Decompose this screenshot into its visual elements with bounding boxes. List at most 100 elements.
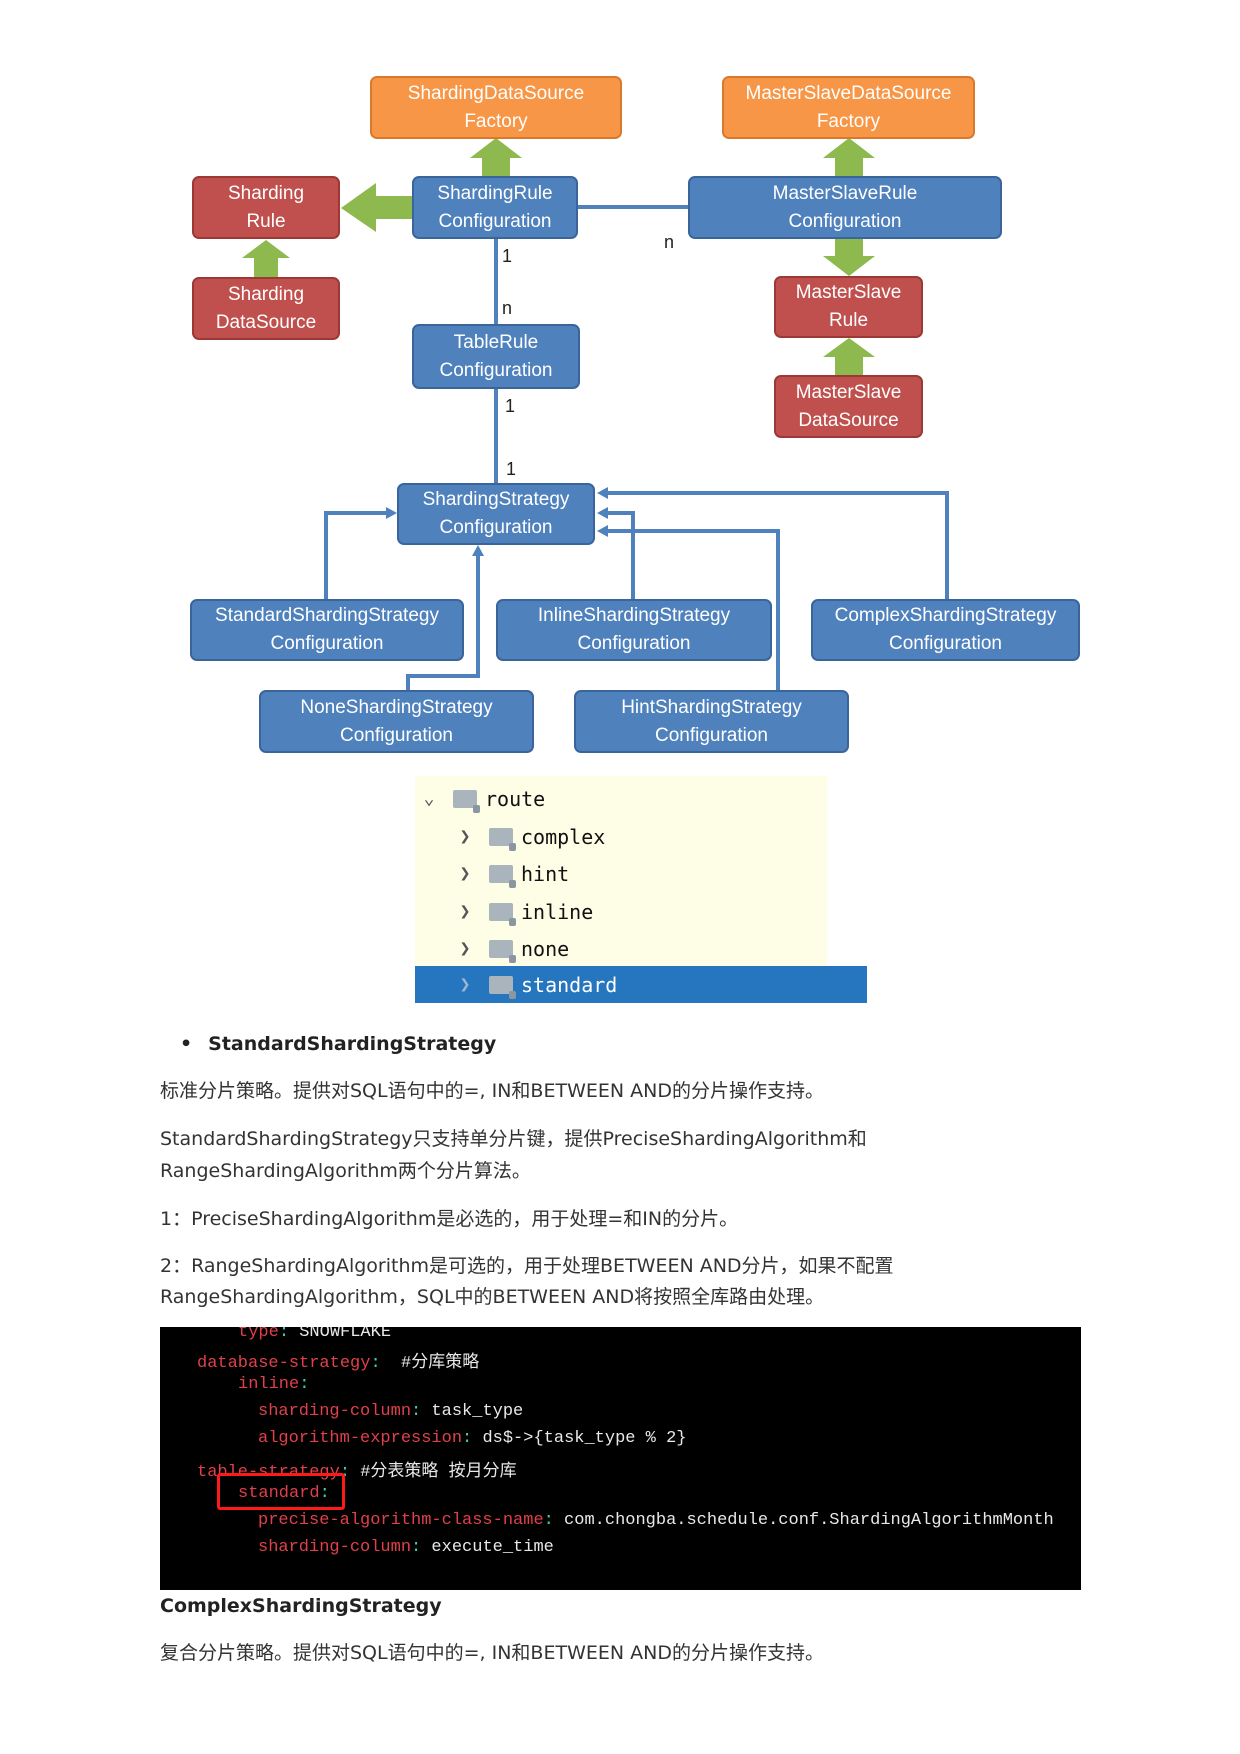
box-line: StandardShardingStrategy	[215, 605, 439, 626]
yaml-key: type	[238, 1327, 279, 1342]
yaml-colon: :	[462, 1429, 473, 1448]
chevron-down-icon[interactable]: ⌄	[419, 788, 439, 809]
arrow-head-icon	[597, 525, 608, 537]
paragraph: 2：RangeShardingAlgorithm是可选的，用于处理BETWEEN…	[160, 1255, 894, 1277]
table-rule-config-box: TableRule Configuration	[412, 324, 580, 389]
box-line: MasterSlaveDataSource	[745, 82, 952, 104]
chevron-right-icon[interactable]: ❯	[455, 863, 475, 884]
package-folder-icon	[489, 864, 516, 888]
box-line: InlineShardingStrategy	[537, 605, 731, 626]
project-tree: ⌄ route ❯ complex ❯ hint ❯ inline ❯ none ❯ sta…	[415, 776, 867, 1003]
paragraph: RangeShardingAlgorithm两个分片算法。	[160, 1160, 531, 1182]
chevron-right-icon[interactable]: ❯	[455, 938, 475, 959]
bullet-item: • StandardShardingStrategy	[180, 1028, 496, 1060]
yaml-key: sharding-column	[258, 1538, 412, 1557]
tree-item-route[interactable]: ⌄ route	[415, 780, 827, 817]
tree-item-standard[interactable]: ❯ standard	[415, 966, 867, 1003]
arrow-head-icon	[597, 487, 608, 499]
paragraph: 复合分片策略。提供对SQL语句中的=, IN和BETWEEN AND的分片操作支…	[160, 1642, 824, 1664]
chevron-right-icon[interactable]: ❯	[455, 901, 475, 922]
yaml-colon: :	[411, 1402, 422, 1421]
box-line: TableRule	[453, 331, 539, 353]
package-folder-icon	[453, 789, 480, 813]
arrow-up-icon	[242, 240, 290, 277]
yaml-colon: :	[543, 1511, 554, 1530]
yaml-value: task_type	[421, 1402, 524, 1421]
box-line: Rule	[246, 210, 286, 232]
box-line: ShardingRule	[437, 182, 553, 204]
multiplicity-label: 1	[505, 396, 516, 416]
masterslave-datasource-box: MasterSlave DataSource	[774, 375, 923, 438]
sharding-rule-box: Sharding Rule	[192, 176, 340, 239]
yaml-colon: :	[299, 1375, 310, 1394]
yaml-key: sharding-column	[258, 1402, 412, 1421]
arrow-left-icon	[341, 183, 412, 232]
yaml-comment: #分库策略	[380, 1354, 480, 1373]
paragraph: 1：PreciseShardingAlgorithm是必选的，用于处理=和IN的…	[160, 1208, 739, 1230]
arrow-up-icon	[470, 138, 522, 176]
sharding-datasource-factory-box: ShardingDataSource Factory	[370, 76, 622, 139]
yaml-value: SNOWFLAKE	[289, 1327, 392, 1342]
arrow-head-icon	[386, 507, 397, 519]
box-line: ComplexShardingStrategy	[834, 605, 1057, 626]
arrow-head-icon	[597, 507, 608, 519]
yaml-key: inline	[238, 1375, 300, 1394]
yaml-colon: :	[278, 1327, 290, 1342]
tree-item-hint[interactable]: ❯ hint	[415, 855, 867, 892]
tree-item-label: hint	[521, 861, 570, 886]
box-line: DataSource	[798, 409, 899, 431]
box-line: MasterSlave	[795, 381, 902, 403]
tree-item-label: complex	[521, 824, 606, 849]
tree-item-inline[interactable]: ❯ inline	[415, 893, 867, 930]
complex-strategy-box: ComplexShardingStrategy Configuration	[811, 599, 1080, 661]
box-line: Sharding	[227, 283, 305, 305]
sharding-rule-config-box: ShardingRule Configuration	[412, 176, 578, 239]
box-line: Configuration	[888, 633, 1003, 654]
masterslave-rule-box: MasterSlave Rule	[774, 276, 923, 338]
package-folder-icon	[489, 975, 516, 999]
multiplicity-label: 1	[502, 246, 513, 266]
arrow-head-icon	[472, 545, 484, 556]
box-line: Factory	[464, 110, 528, 132]
box-line: ShardingStrategy	[422, 489, 570, 510]
paragraph: StandardShardingStrategy只支持单分片键，提供Precis…	[160, 1128, 867, 1150]
tree-item-complex[interactable]: ❯ complex	[415, 818, 867, 855]
paragraph: RangeShardingAlgorithm，SQL中的BETWEEN AND将…	[160, 1286, 825, 1308]
bullet-dot: •	[180, 1033, 193, 1055]
tree-item-label: standard	[521, 972, 618, 997]
box-line: MasterSlaveRule	[772, 182, 918, 204]
yaml-key: algorithm-expression	[258, 1429, 463, 1448]
box-line: HintShardingStrategy	[621, 696, 802, 718]
box-line: Configuration	[654, 724, 769, 746]
chevron-right-icon[interactable]: ❯	[455, 826, 475, 847]
sharding-strategy-config-box: ShardingStrategy Configuration	[397, 483, 595, 545]
tree-item-none[interactable]: ❯ none	[415, 930, 867, 967]
package-folder-icon	[489, 939, 516, 963]
hint-strategy-box: HintShardingStrategy Configuration	[574, 690, 849, 753]
arrow-up-icon	[823, 338, 875, 375]
box-line: MasterSlave	[795, 282, 902, 303]
arrow-up-icon	[823, 138, 875, 176]
none-strategy-box: NoneShardingStrategy Configuration	[259, 690, 534, 753]
box-line: Configuration	[339, 724, 454, 746]
multiplicity-label: 1	[506, 459, 517, 479]
tree-item-label: route	[485, 786, 546, 811]
bullet-text: StandardShardingStrategy	[208, 1033, 497, 1055]
yaml-value: com.chongba.schedule.conf.ShardingAlgori…	[553, 1511, 1054, 1530]
chevron-right-icon[interactable]: ❯	[455, 974, 475, 995]
box-line: Configuration	[788, 210, 902, 232]
box-line: DataSource	[215, 311, 317, 333]
yaml-value: ds$->{task_type % 2}	[472, 1429, 687, 1448]
paragraph: 标准分片策略。提供对SQL语句中的=, IN和BETWEEN AND的分片操作支…	[160, 1080, 824, 1102]
box-line: NoneShardingStrategy	[300, 696, 493, 718]
package-folder-icon	[489, 902, 516, 926]
box-line: Configuration	[270, 633, 384, 654]
inline-strategy-box: InlineShardingStrategy Configuration	[496, 599, 772, 661]
box-line: Configuration	[577, 633, 691, 654]
multiplicity-label: n	[502, 298, 513, 318]
sharding-datasource-box: Sharding DataSource	[192, 277, 340, 340]
code-screenshot: type: SNOWFLAKE database-strategy: #分库策略…	[160, 1327, 1081, 1590]
box-line: ShardingDataSource	[407, 82, 585, 104]
box-line: Configuration	[439, 359, 553, 381]
tree-item-label: inline	[521, 899, 594, 924]
